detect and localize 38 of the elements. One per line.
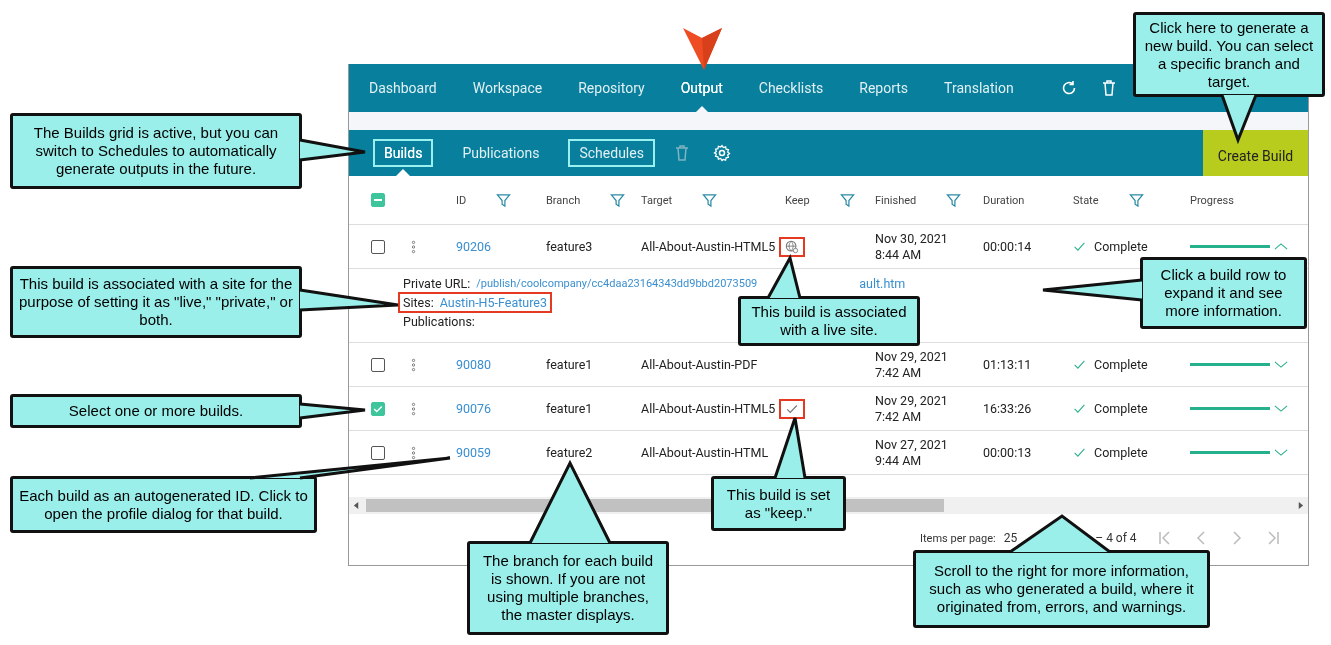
table-cell: feature1 <box>546 357 593 372</box>
page-range: – 4 of 4 <box>1095 531 1137 545</box>
column-header: ID <box>456 193 467 207</box>
field-label: Sites: <box>403 295 434 310</box>
callout: Click a build row to expand it and see more information. <box>1140 257 1307 329</box>
table-cell: All-About-Austin-PDF <box>641 357 758 372</box>
column-header: Progress <box>1190 193 1234 207</box>
table-cell: 00:00:13 <box>983 445 1032 460</box>
table-cell: All-About-Austin-HTML5 <box>641 401 776 416</box>
callout: Select one or more builds. <box>10 394 302 428</box>
table-cell: feature2 <box>546 445 593 460</box>
table-cell: feature1 <box>546 401 593 416</box>
table-cell: 00:00:14 <box>983 239 1032 254</box>
column-header: Finished <box>875 193 917 207</box>
column-header: Target <box>641 193 673 207</box>
column-header: State <box>1073 193 1099 207</box>
callout: This build is associated with a site for the purpose of setting it as "live," "private," or both. <box>10 266 302 338</box>
field-label: Publications: <box>403 314 475 329</box>
table-cell: Nov 29, 2021 7:42 AM <box>875 348 948 381</box>
callout: The Builds grid is active, but you can switch to Schedules to automatically generate outputs in the future. <box>10 113 302 189</box>
table-cell: feature3 <box>546 239 593 254</box>
table-cell: 16:33:26 <box>983 401 1032 416</box>
table-cell: 01:13:11 <box>983 357 1032 372</box>
field-label: Private URL: <box>403 276 471 291</box>
table-cell: Nov 30, 2021 8:44 AM <box>875 230 948 263</box>
column-header: Keep <box>785 193 810 207</box>
status-text: Complete <box>1094 445 1148 460</box>
column-header: Branch <box>546 193 581 207</box>
table-cell: Nov 27, 2021 9:44 AM <box>875 436 948 469</box>
status-text: Complete <box>1094 357 1148 372</box>
status-text: Complete <box>1094 239 1148 254</box>
table-cell: Nov 29, 2021 7:42 AM <box>875 392 948 425</box>
table-cell: All-About-Austin-HTML <box>641 445 769 460</box>
items-per-page-label: Items per page: <box>920 531 996 545</box>
table-cell: All-About-Austin-HTML5 <box>641 239 776 254</box>
status-text: Complete <box>1094 401 1148 416</box>
column-header: Duration <box>983 193 1025 207</box>
callout: Click here to generate a new build. You can select a specific branch and target. <box>1133 12 1325 97</box>
